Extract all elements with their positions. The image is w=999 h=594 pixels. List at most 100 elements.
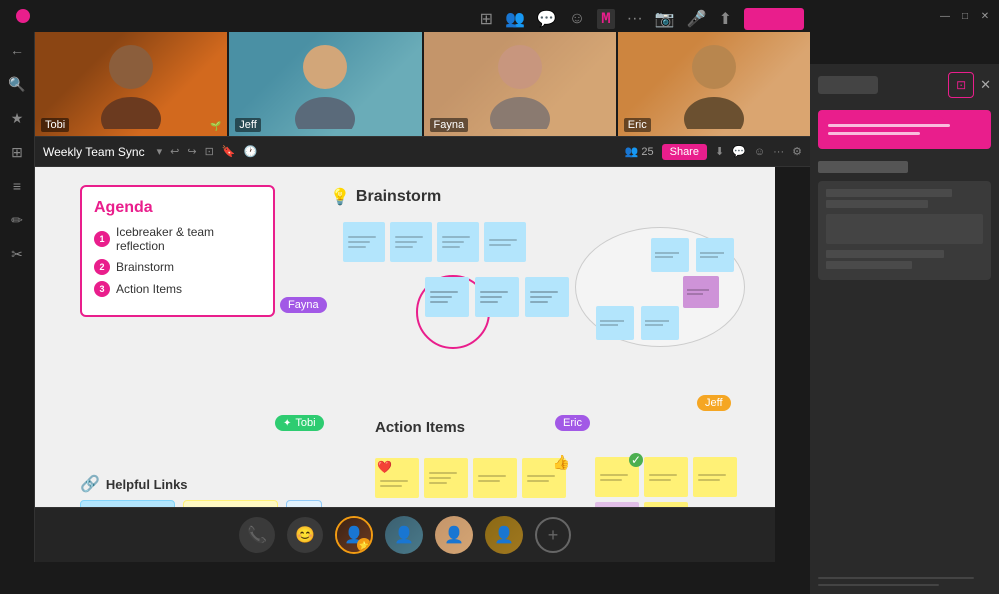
m-icon[interactable]: M xyxy=(597,9,615,29)
panel-text-block xyxy=(818,181,991,280)
sidebar-star-icon[interactable]: ★ xyxy=(7,108,27,128)
cursor-jeff: Jeff xyxy=(697,395,731,411)
tobi-badge: 🌱 xyxy=(210,121,221,132)
sticky-blue-4 xyxy=(484,222,526,262)
agenda-num-1: 1 xyxy=(94,231,110,247)
helpful-links-label: Helpful Links xyxy=(106,477,188,492)
reaction-icon[interactable]: ☺ xyxy=(569,10,585,28)
panel-section-label xyxy=(818,161,908,173)
end-button[interactable] xyxy=(744,8,804,30)
sticky-highlighted xyxy=(425,277,469,317)
arrow-to-preview: ↗ xyxy=(932,106,947,127)
sticky-blue-2 xyxy=(390,222,432,262)
phone-button[interactable]: 📞 xyxy=(239,517,275,553)
panel-preview-button[interactable]: ⊡ xyxy=(948,72,974,98)
sidebar-back-icon[interactable]: ← xyxy=(7,40,27,60)
agenda-num-3: 3 xyxy=(94,281,110,297)
grid-icon[interactable]: ⊞ xyxy=(480,9,493,29)
action-sticky-2 xyxy=(424,458,468,498)
panel-bottom-lines xyxy=(818,577,991,586)
avatar-4[interactable]: 👤 xyxy=(485,516,523,554)
main-area: Tobi 🌱 Jeff Fay xyxy=(35,32,775,562)
emoji-button[interactable]: 😊 xyxy=(287,517,323,553)
action-r-3 xyxy=(693,457,737,497)
video-tile-fayna: Fayna xyxy=(424,32,618,136)
panel-header: ⊡ ✕ xyxy=(818,72,991,98)
avatar-3[interactable]: 👤 xyxy=(435,516,473,554)
reaction-tb-icon[interactable]: ☺ xyxy=(754,146,765,158)
video-grid: Tobi 🌱 Jeff Fay xyxy=(35,32,810,137)
comment-icon[interactable]: 💬 xyxy=(732,145,746,158)
panel-bottom-line-1 xyxy=(818,577,974,579)
zoom-logo xyxy=(16,9,30,23)
participants-icon[interactable]: 👥 xyxy=(505,9,525,29)
panel-close-button[interactable]: ✕ xyxy=(980,77,991,93)
agenda-item-1: 1 Icebreaker & team reflection xyxy=(94,225,261,253)
agenda-box: Agenda 1 Icebreaker & team reflection 2 … xyxy=(80,185,275,317)
cursor-tobi: ✦ Tobi xyxy=(275,415,324,431)
sticky-blue-r2-3 xyxy=(525,277,569,317)
video-tile-eric: Eric xyxy=(618,32,810,136)
action-sticky-4: 👍 xyxy=(522,458,566,498)
undo-icon[interactable]: ↩ xyxy=(170,145,179,158)
minimize-button[interactable]: — xyxy=(939,10,951,22)
redo-icon[interactable]: ↪ xyxy=(187,145,196,158)
pink-line-2 xyxy=(828,132,920,135)
cursor-eric: Eric xyxy=(555,415,590,431)
action-items-label: Action Items xyxy=(375,419,465,436)
action-sticky-1: ❤️ xyxy=(375,458,419,498)
whiteboard-canvas[interactable]: Agenda 1 Icebreaker & team reflection 2 … xyxy=(35,167,775,562)
bottom-toolbar: 📞 😊 👤 ⭐ 👤 👤 xyxy=(35,507,775,562)
right-panel: ⊡ ✕ ↗ xyxy=(810,64,999,594)
action-r-2 xyxy=(644,457,688,497)
avatar-1[interactable]: 👤 ⭐ xyxy=(335,516,373,554)
copy-icon[interactable]: ⊡ xyxy=(205,145,214,158)
jeff-label: Jeff xyxy=(235,118,261,132)
mic-icon[interactable]: 🎤 xyxy=(687,9,707,29)
more-tb-icon[interactable]: ··· xyxy=(773,146,784,158)
share-screen-icon[interactable]: ⬆ xyxy=(719,9,732,29)
action-sticky-3 xyxy=(473,458,517,498)
window-controls[interactable]: — □ ✕ xyxy=(939,10,991,22)
whiteboard-toolbar: Weekly Team Sync ▾ ↩ ↪ ⊡ 🔖 🕐 👥 25 Share … xyxy=(35,137,810,167)
bookmark-icon[interactable]: 🔖 xyxy=(222,145,236,158)
top-icons: ⊞ 👥 💬 ☺ M ··· 📷 🎤 ⬆ xyxy=(480,8,804,30)
panel-title-bar xyxy=(818,76,878,94)
agenda-title: Agenda xyxy=(94,199,261,217)
agenda-item-2: 2 Brainstorm xyxy=(94,259,261,275)
chat-icon[interactable]: 💬 xyxy=(537,9,557,29)
sticky-blue-3 xyxy=(437,222,479,262)
sticky-blue-r2-2 xyxy=(475,277,519,317)
mind-map-oval xyxy=(575,227,745,347)
action-items-header: Action Items xyxy=(375,419,465,437)
camera-icon[interactable]: 📷 xyxy=(655,9,675,29)
main-content: ← 🔍 ★ ⊞ ≡ ✏ ✂ Tobi 🌱 xyxy=(0,32,999,562)
video-tile-tobi: Tobi 🌱 xyxy=(35,32,229,136)
dropdown-icon[interactable]: ▾ xyxy=(157,145,163,158)
tobi-label: Tobi xyxy=(41,118,69,132)
settings-icon[interactable]: ⚙ xyxy=(792,145,802,158)
sidebar-grid-icon[interactable]: ⊞ xyxy=(7,142,27,162)
agenda-num-2: 2 xyxy=(94,259,110,275)
sidebar-pen-icon[interactable]: ✏ xyxy=(7,210,27,230)
sidebar-search-icon[interactable]: 🔍 xyxy=(7,74,27,94)
maximize-button[interactable]: □ xyxy=(959,10,971,22)
avatar-2[interactable]: 👤 xyxy=(385,516,423,554)
download-icon[interactable]: ⬇ xyxy=(715,145,724,158)
left-sidebar: ← 🔍 ★ ⊞ ≡ ✏ ✂ xyxy=(0,32,35,562)
share-button[interactable]: Share xyxy=(662,144,707,160)
brainstorm-icon: 💡 xyxy=(330,187,350,207)
add-participant-button[interactable]: + xyxy=(535,517,571,553)
sidebar-cut-icon[interactable]: ✂ xyxy=(7,244,27,264)
sidebar-menu-icon[interactable]: ≡ xyxy=(7,176,27,196)
meeting-name: Weekly Team Sync xyxy=(43,145,145,159)
sticky-blue-1 xyxy=(343,222,385,262)
clock-icon[interactable]: 🕐 xyxy=(244,145,258,158)
video-tile-jeff: Jeff xyxy=(229,32,423,136)
pink-content-block xyxy=(818,110,991,149)
action-r-1: ✓ xyxy=(595,457,639,497)
cursor-fayna: Fayna xyxy=(280,297,327,313)
close-button[interactable]: ✕ xyxy=(979,10,991,22)
helpful-links-icon: 🔗 xyxy=(80,474,100,494)
more-icon[interactable]: ··· xyxy=(627,10,643,28)
